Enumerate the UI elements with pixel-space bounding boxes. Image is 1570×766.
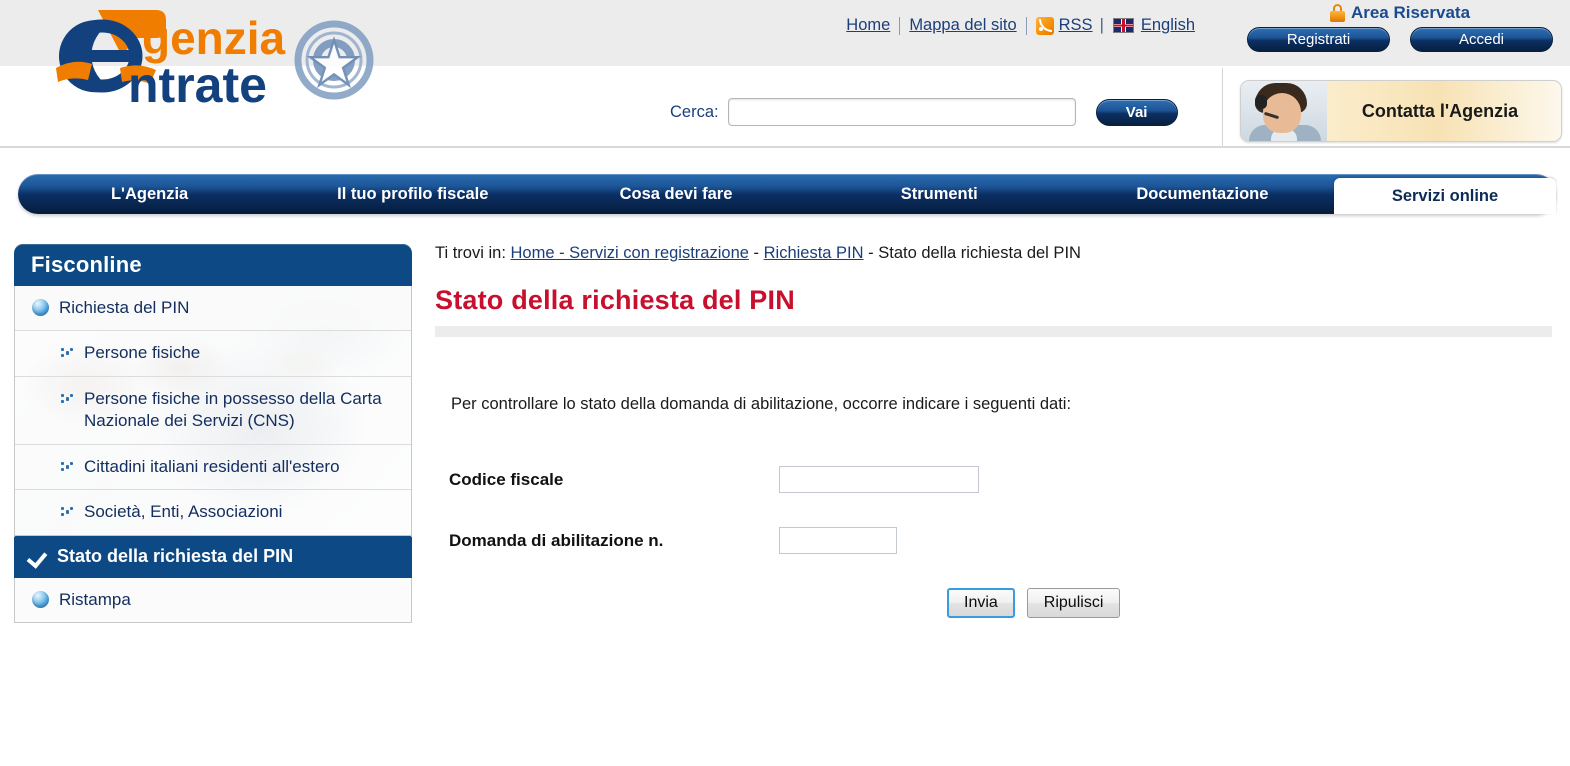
sidebar-active-section-stato-richiesta-pin[interactable]: Stato della richiesta del PIN <box>14 535 412 578</box>
site-logo[interactable]: genzia ntrate <box>10 2 380 110</box>
nav-item-lagenzia[interactable]: L'Agenzia <box>18 174 281 214</box>
search-input[interactable] <box>727 98 1076 126</box>
call-center-operator-photo <box>1241 81 1327 141</box>
top-link-separator-3: | <box>1099 16 1104 34</box>
top-link-rss[interactable]: RSS <box>1059 16 1093 35</box>
svg-text:ntrate: ntrate <box>128 57 267 110</box>
accedi-button[interactable]: Accedi <box>1410 27 1553 52</box>
form-row-codice-fiscale: Codice fiscale <box>449 466 1555 493</box>
sidebar-item-label: Persone fisiche <box>84 343 201 363</box>
sidebar-item-societa-enti-associazioni[interactable]: Società, Enti, Associazioni <box>15 490 411 534</box>
search-go-button[interactable]: Vai <box>1095 98 1178 126</box>
sidebar-menu-block-secondary: Ristampa <box>14 577 412 624</box>
ripulisci-button[interactable]: Ripulisci <box>1026 588 1121 618</box>
top-link-english[interactable]: English <box>1141 16 1195 35</box>
sidebar-item-label: Ristampa <box>59 589 131 609</box>
page-title: Stato della richiesta del PIN <box>435 285 795 315</box>
sidebar-item-persone-fisiche[interactable]: Persone fisiche <box>15 331 411 377</box>
header-bottom-rule <box>0 146 1570 148</box>
breadcrumb-current: Stato della richiesta del PIN <box>878 244 1081 262</box>
sidebar-item-label: Persone fisiche in possesso della Carta … <box>84 388 382 431</box>
uk-flag-icon[interactable] <box>1112 18 1134 33</box>
nav-item-il-tuo-profilo-fiscale[interactable]: Il tuo profilo fiscale <box>281 174 544 214</box>
title-divider <box>435 326 1552 337</box>
sidebar-item-cittadini-residenti-estero[interactable]: Cittadini italiani residenti all'estero <box>15 445 411 491</box>
registrati-button[interactable]: Registrati <box>1247 27 1390 52</box>
breadcrumb-link-richiesta-pin[interactable]: Richiesta PIN <box>764 244 864 262</box>
top-link-separator-1 <box>899 16 901 35</box>
nav-item-strumenti[interactable]: Strumenti <box>808 174 1071 214</box>
invia-button[interactable]: Invia <box>947 588 1015 618</box>
sidebar-item-label: Società, Enti, Associazioni <box>84 502 283 522</box>
site-header: genzia ntrate Home Mappa del sito RSS | … <box>0 0 1570 148</box>
main-column: Ti trovi in: Home - Servizi con registra… <box>435 222 1555 618</box>
area-riservata-buttons: Registrati Accedi <box>1247 27 1553 52</box>
sphere-icon <box>32 590 49 608</box>
dots-bullet-icon <box>61 460 74 473</box>
codice-fiscale-input[interactable] <box>779 466 979 493</box>
area-riservata-panel: Area Riservata Registrati Accedi <box>1230 0 1570 66</box>
sidebar-item-label: Cittadini italiani residenti all'estero <box>84 456 340 476</box>
check-icon <box>29 549 48 564</box>
form-row-domanda-abilitazione: Domanda di abilitazione n. <box>449 527 1555 554</box>
breadcrumb-link-home-servizi[interactable]: Home - Servizi con registrazione <box>511 244 749 262</box>
form-button-row: Invia Ripulisci <box>449 588 1555 618</box>
lock-icon <box>1329 4 1345 22</box>
dots-bullet-icon <box>61 346 74 359</box>
sphere-icon <box>32 299 49 316</box>
dots-bullet-icon <box>61 505 74 518</box>
contatta-agenzia-label: Contatta l'Agenzia <box>1361 100 1519 121</box>
nav-item-documentazione[interactable]: Documentazione <box>1071 174 1334 214</box>
sidebar-item-label: Richiesta del PIN <box>59 298 190 317</box>
search-label: Cerca: <box>670 102 719 121</box>
breadcrumb-separator-2: - <box>868 244 874 262</box>
top-utility-links: Home Mappa del sito RSS | English <box>846 16 1195 35</box>
intro-text: Per controllare lo stato della domanda d… <box>451 395 1072 413</box>
domanda-abilitazione-input[interactable] <box>779 527 897 554</box>
area-riservata-label: Area Riservata <box>1350 3 1471 22</box>
nav-item-cosa-devi-fare[interactable]: Cosa devi fare <box>544 174 807 214</box>
area-riservata-title-row: Area Riservata <box>1329 3 1471 23</box>
contatta-agenzia-banner[interactable]: Contatta l'Agenzia <box>1240 80 1562 142</box>
breadcrumb-separator-1: - <box>753 244 760 262</box>
breadcrumb: Ti trovi in: Home - Servizi con registra… <box>435 222 1555 263</box>
sidebar-item-persone-fisiche-cns[interactable]: Persone fisiche in possesso della Carta … <box>15 377 411 445</box>
sidebar-menu-block: Richiesta del PIN Persone fisiche Person… <box>14 286 412 536</box>
sidebar-header-fisconline: Fisconline <box>14 244 412 286</box>
rss-icon[interactable] <box>1035 16 1054 35</box>
breadcrumb-prefix: Ti trovi in: <box>435 244 506 262</box>
sidebar-active-section-label: Stato della richiesta del PIN <box>57 546 294 567</box>
header-vertical-divider <box>1222 68 1223 146</box>
sidebar-item-ristampa[interactable]: Ristampa <box>15 577 411 623</box>
top-link-separator-2 <box>1025 16 1027 35</box>
dots-bullet-icon <box>61 392 74 405</box>
sidebar: Fisconline Richiesta del PIN Persone fis… <box>14 244 412 624</box>
main-navigation: L'Agenzia Il tuo profilo fiscale Cosa de… <box>18 174 1557 214</box>
label-domanda-abilitazione: Domanda di abilitazione n. <box>449 530 664 550</box>
top-link-mappa-del-sito[interactable]: Mappa del sito <box>909 16 1016 35</box>
pin-status-form: Codice fiscale Domanda di abilitazione n… <box>435 466 1555 618</box>
top-link-home[interactable]: Home <box>846 16 890 35</box>
label-codice-fiscale: Codice fiscale <box>449 469 564 489</box>
nav-item-servizi-online[interactable]: Servizi online <box>1334 178 1557 214</box>
content-area: Fisconline Richiesta del PIN Persone fis… <box>0 222 1570 766</box>
sidebar-item-richiesta-del-pin[interactable]: Richiesta del PIN <box>15 286 411 332</box>
search-area: Cerca: Vai <box>670 98 1178 126</box>
